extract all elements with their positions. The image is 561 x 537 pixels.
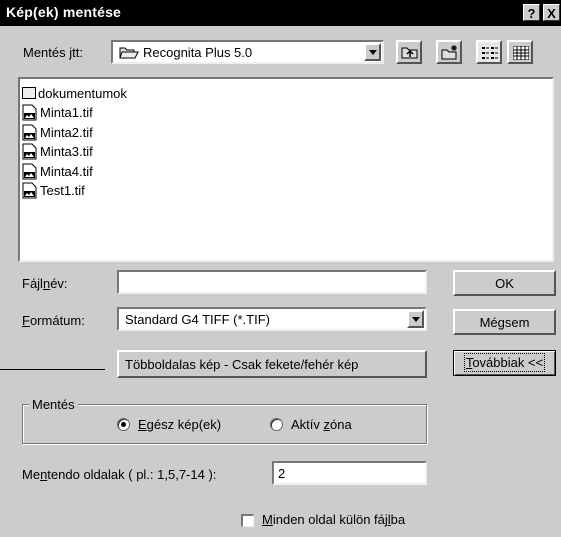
- ok-button[interactable]: OK: [453, 270, 556, 296]
- list-item[interactable]: Minta1.tif: [22, 103, 93, 123]
- file-list[interactable]: dokumentumok Minta1.tif Minta2.tif Minta3.t…: [18, 77, 554, 262]
- list-item[interactable]: Minta4.tif: [22, 161, 93, 181]
- list-item[interactable]: Test1.tif: [22, 181, 85, 201]
- list-item-name: Test1.tif: [40, 183, 85, 198]
- up-folder-button[interactable]: [396, 40, 422, 64]
- list-item-name: Minta1.tif: [40, 105, 93, 120]
- format-info-text: Többoldalas kép - Csak fekete/fehér kép: [125, 357, 359, 372]
- details-view-icon: [513, 46, 529, 60]
- pages-value: 2: [278, 466, 286, 481]
- tif-file-icon: [22, 104, 37, 121]
- filename-label: Fájlnév:: [22, 276, 68, 291]
- format-select[interactable]: Standard G4 TIFF (*.TIF): [117, 307, 427, 331]
- new-folder-icon: [441, 45, 457, 60]
- list-view-icon: [482, 47, 498, 59]
- list-item[interactable]: Minta2.tif: [22, 122, 93, 142]
- format-value: Standard G4 TIFF (*.TIF): [125, 312, 270, 327]
- help-button[interactable]: ?: [523, 4, 540, 21]
- list-item-name: Minta4.tif: [40, 163, 93, 179]
- pages-label: Mentendo oldalak ( pl.: 1,5,7-14 ):: [22, 467, 217, 482]
- close-icon: X: [547, 6, 556, 21]
- tif-file-icon: [22, 143, 37, 160]
- save-in-label: Mentés jtt:: [23, 45, 83, 60]
- save-mode-group: [22, 404, 427, 444]
- open-folder-icon: [119, 47, 139, 59]
- details-view-button[interactable]: [507, 40, 533, 64]
- format-info-box: Többoldalas kép - Csak fekete/fehér kép: [117, 350, 427, 378]
- list-view-button[interactable]: [476, 40, 502, 64]
- more-button[interactable]: Továbbiak <<: [453, 350, 556, 376]
- list-item[interactable]: dokumentumok: [22, 83, 127, 103]
- format-dropdown-button[interactable]: [407, 310, 424, 328]
- radio-whole-images-label[interactable]: Egész kép(ek): [138, 417, 221, 432]
- list-item-name: Minta2.tif: [40, 124, 93, 140]
- list-item[interactable]: Minta3.tif: [22, 142, 93, 162]
- callout-line: [0, 369, 105, 370]
- folder-icon: [22, 87, 36, 99]
- title-bar: Kép(ek) mentése ? X: [0, 0, 561, 26]
- save-in-value: Recognita Plus 5.0: [143, 45, 253, 60]
- radio-active-zone-label[interactable]: Aktív zóna: [291, 417, 352, 432]
- up-folder-icon: [401, 47, 418, 59]
- save-mode-group-title: Mentés: [29, 397, 78, 412]
- format-label: Formátum:: [22, 313, 85, 328]
- separate-file-checkbox[interactable]: [241, 514, 254, 527]
- tif-file-icon: [22, 182, 37, 199]
- filename-input[interactable]: [117, 270, 427, 294]
- list-item-name: dokumentumok: [38, 85, 127, 101]
- radio-active-zone[interactable]: [270, 418, 283, 431]
- radio-whole-images[interactable]: [117, 418, 130, 431]
- save-images-dialog: Kép(ek) mentése ? X Mentés jtt: Recognit…: [0, 0, 561, 537]
- help-icon: ?: [527, 6, 536, 21]
- separate-file-label[interactable]: Minden oldal külön fájlba: [262, 512, 405, 527]
- window-title: Kép(ek) mentése: [6, 4, 122, 20]
- tif-file-icon: [22, 163, 37, 179]
- list-item-name: Minta3.tif: [40, 144, 93, 159]
- save-in-combo[interactable]: Recognita Plus 5.0: [111, 40, 384, 64]
- new-folder-button[interactable]: [436, 40, 462, 64]
- close-button[interactable]: X: [543, 4, 560, 21]
- save-in-dropdown-button[interactable]: [364, 43, 381, 61]
- cancel-button[interactable]: Mégsem: [453, 309, 556, 335]
- tif-file-icon: [22, 124, 37, 140]
- pages-input[interactable]: 2: [272, 461, 427, 485]
